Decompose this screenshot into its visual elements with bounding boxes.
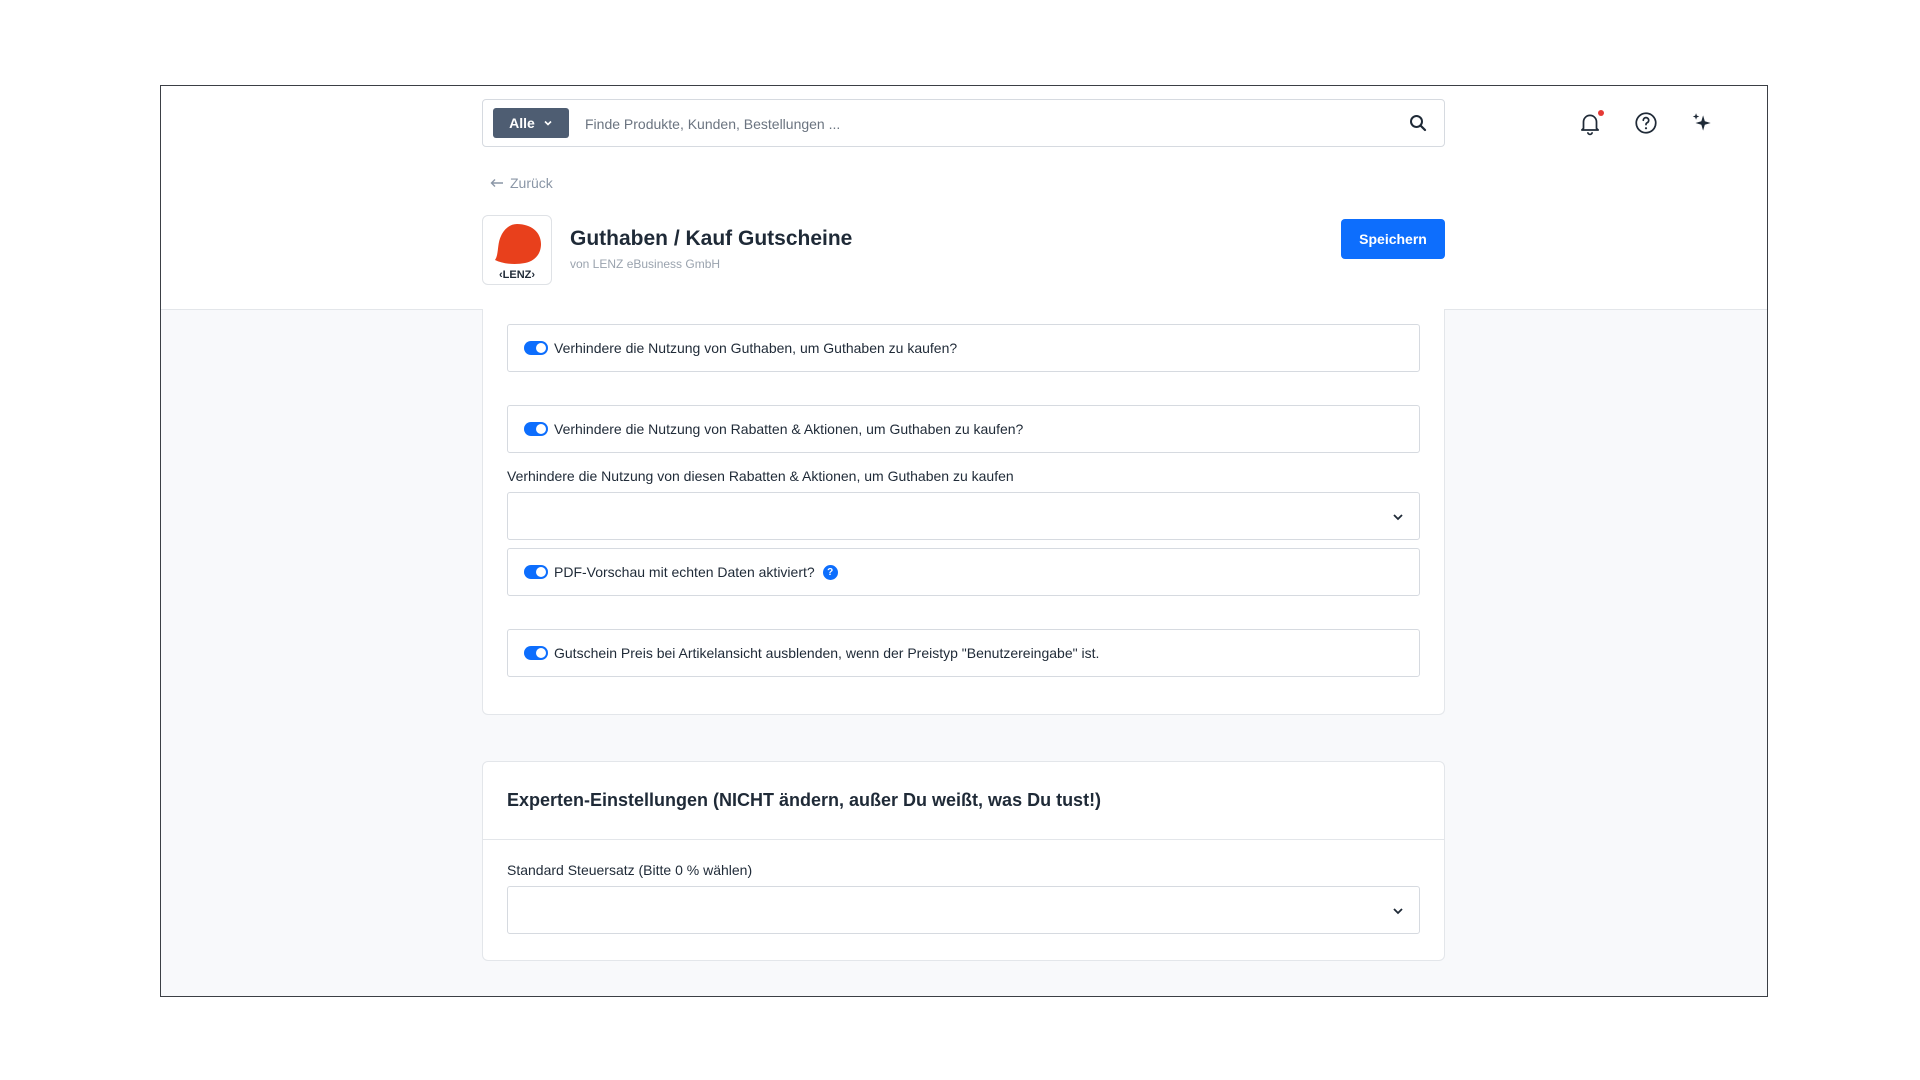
toggle-label: Verhindere die Nutzung von Guthaben, um …: [554, 340, 958, 356]
page-title: Guthaben / Kauf Gutscheine: [570, 227, 853, 250]
app-window: Alle Zurück: [160, 85, 1768, 997]
app-logo: ‹LENZ›: [482, 215, 552, 285]
toggle-row-hide-price[interactable]: Gutschein Preis bei Artikelansicht ausbl…: [507, 629, 1420, 677]
excluded-discounts-select[interactable]: [507, 492, 1420, 540]
tax-rate-label: Standard Steuersatz (Bitte 0 % wählen): [507, 862, 753, 878]
logo-wordmark: ‹LENZ›: [499, 269, 535, 281]
back-link[interactable]: Zurück: [490, 175, 553, 191]
toggle-switch[interactable]: [524, 341, 548, 355]
settings-card: Verhindere die Nutzung von Guthaben, um …: [482, 309, 1445, 715]
help-icon[interactable]: [1633, 110, 1659, 136]
sparkle-ai-icon[interactable]: [1689, 110, 1715, 136]
toggle-switch[interactable]: [524, 422, 548, 436]
toggle-row-prevent-credit[interactable]: Verhindere die Nutzung von Guthaben, um …: [507, 324, 1420, 372]
divider: [483, 839, 1444, 840]
search-icon[interactable]: [1408, 113, 1428, 133]
chevron-down-icon: [1393, 514, 1403, 521]
chevron-down-icon: [544, 120, 552, 126]
lenz-logo-icon: ‹LENZ›: [495, 224, 541, 281]
toggle-switch[interactable]: [524, 646, 548, 660]
toggle-row-pdf-preview[interactable]: PDF-Vorschau mit echten Daten aktiviert?…: [507, 548, 1420, 596]
vendor-name: von LENZ eBusiness GmbH: [570, 257, 721, 271]
top-bar: Alle: [161, 86, 1767, 162]
search-input[interactable]: [583, 100, 1367, 148]
toggle-label: Gutschein Preis bei Artikelansicht ausbl…: [554, 645, 1100, 661]
expert-settings-title: Experten-Einstellungen (NICHT ändern, au…: [507, 790, 1102, 810]
search-scope-dropdown[interactable]: Alle: [493, 108, 569, 138]
info-icon[interactable]: ?: [822, 564, 838, 580]
save-button[interactable]: Speichern: [1341, 219, 1445, 259]
chevron-down-icon: [1393, 908, 1403, 915]
toggle-switch[interactable]: [524, 565, 548, 579]
arrow-left-icon: [490, 179, 503, 187]
excluded-discounts-label: Verhindere die Nutzung von diesen Rabatt…: [507, 468, 1014, 484]
expert-settings-card: Experten-Einstellungen (NICHT ändern, au…: [482, 761, 1445, 961]
toggle-row-prevent-discounts[interactable]: Verhindere die Nutzung von Rabatten & Ak…: [507, 405, 1420, 453]
toggle-label: Verhindere die Nutzung von Rabatten & Ak…: [554, 421, 1024, 437]
notification-dot: [1598, 110, 1604, 116]
page-header: Zurück ‹LENZ› Guthaben / Kauf Gutscheine…: [161, 161, 1767, 310]
global-search: Alle: [482, 99, 1445, 148]
search-scope-label: Alle: [509, 115, 535, 131]
toggle-label: PDF-Vorschau mit echten Daten aktiviert?: [554, 564, 815, 580]
back-link-label: Zurück: [510, 175, 553, 191]
tax-rate-select[interactable]: [507, 886, 1420, 934]
